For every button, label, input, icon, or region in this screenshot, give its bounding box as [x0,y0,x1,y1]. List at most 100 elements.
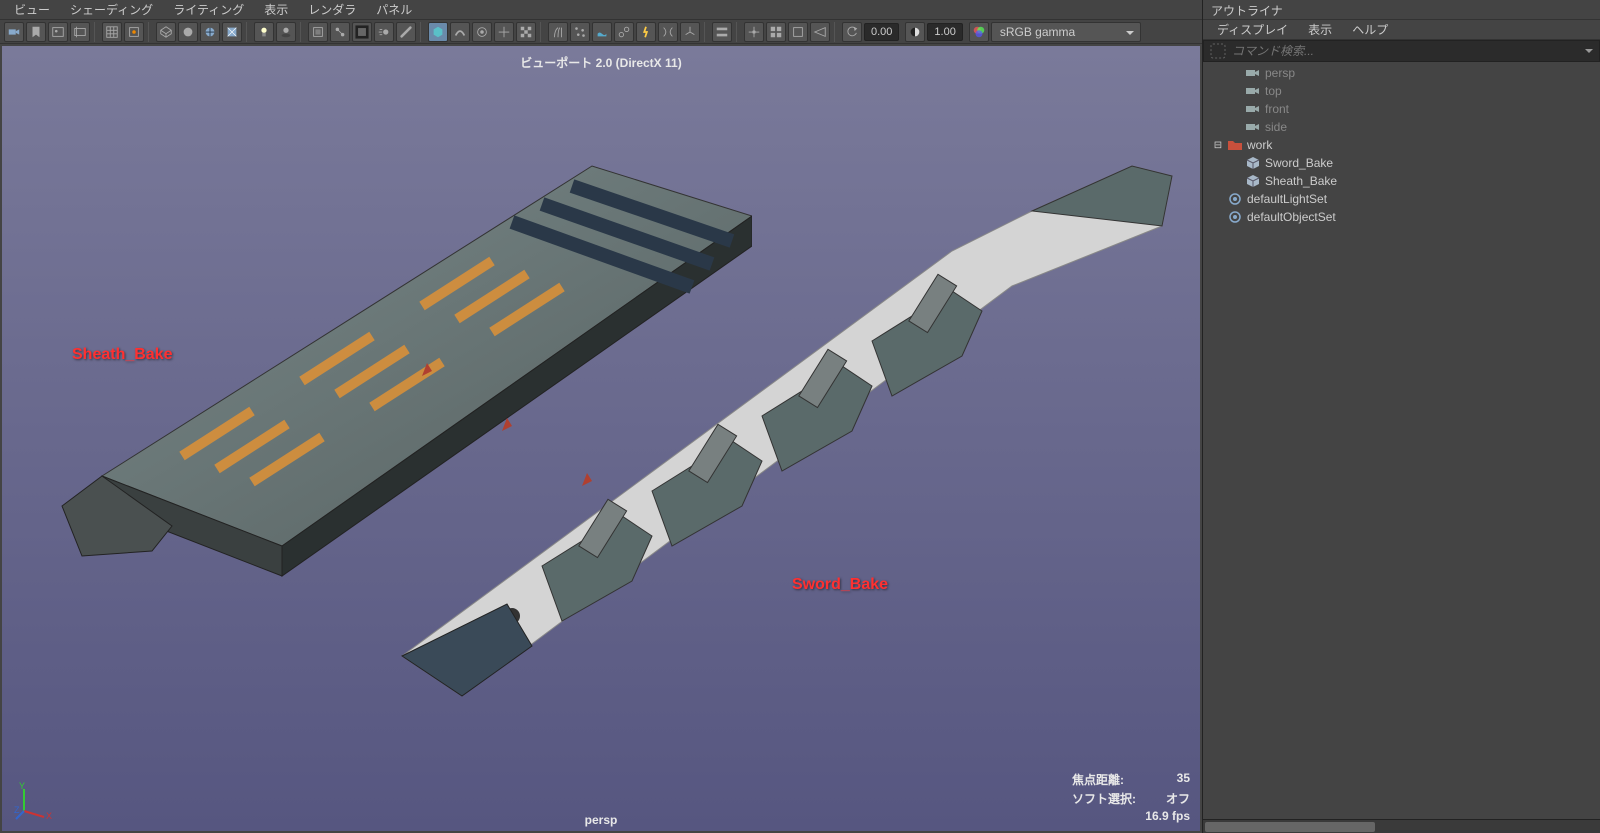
exposure-reset-icon[interactable] [842,22,862,42]
outliner-item-side[interactable]: side [1203,118,1600,136]
gamma-field[interactable]: 1.00 [927,23,962,41]
joints-icon[interactable] [614,22,634,42]
menu-panels[interactable]: パネル [368,0,420,20]
separator [704,22,708,42]
nurbs-icon[interactable] [450,22,470,42]
outliner-search[interactable] [1203,40,1600,62]
shadows-icon[interactable] [276,22,296,42]
outliner-item-work[interactable]: ⊟ work [1203,136,1600,154]
search-icon [1210,43,1226,59]
gamma-dropdown[interactable]: sRGB gamma [991,22,1141,42]
xray-joints-icon[interactable] [330,22,350,42]
menu-lighting[interactable]: ライティング [165,0,252,20]
viewport-panel: ビュー シェーディング ライティング 表示 レンダラ パネル [0,0,1202,833]
outliner-item-label: persp [1265,66,1295,80]
dynamics-icon[interactable] [636,22,656,42]
outliner-item-label: Sword_Bake [1265,156,1333,170]
outliner-scrollbar-horizontal[interactable] [1203,819,1600,833]
mesh-icon [1245,174,1261,188]
separator [94,22,98,42]
color-mgmt-icon[interactable] [969,22,989,42]
outliner-panel: アウトライナ ディスプレイ 表示 ヘルプ persptopfrontside⊟w… [1202,0,1600,833]
checker-icon[interactable] [516,22,536,42]
outliner-item-label: work [1247,138,1272,152]
particles-icon[interactable] [570,22,590,42]
menu-view[interactable]: ビュー [6,0,58,20]
menu-show[interactable]: 表示 [256,0,296,20]
svg-text:Y: Y [19,781,25,791]
fps-value: 16.9 fps [1145,809,1190,823]
motion-blur-icon[interactable] [374,22,394,42]
xray-icon[interactable] [308,22,328,42]
viewport-stats: 焦点距離:35 ソフト選択:オフ 16.9 fps [1072,771,1190,825]
viewport-3d[interactable]: ビューポート 2.0 (DirectX 11) [2,46,1200,831]
outliner-item-label: top [1265,84,1282,98]
bookmark-icon[interactable] [26,22,46,42]
locator-icon[interactable] [494,22,514,42]
outliner-menu-show[interactable]: 表示 [1300,19,1340,40]
manipulators-icon[interactable] [680,22,700,42]
image-plane-icon[interactable] [48,22,68,42]
camera-icon [1245,84,1261,98]
exposure-field[interactable]: 0.00 [864,23,899,41]
wireframe-icon[interactable] [156,22,176,42]
outliner-item-label: front [1265,102,1289,116]
separator [834,22,838,42]
polymesh-icon[interactable] [428,22,448,42]
near-clip-icon[interactable] [810,22,830,42]
shaded-wire-icon[interactable] [200,22,220,42]
svg-text:Z: Z [14,805,20,815]
anti-alias-icon[interactable] [396,22,416,42]
soft-select-value: オフ [1166,790,1190,807]
film-gate-icon[interactable] [70,22,90,42]
outliner-item-sheath_bake[interactable]: Sheath_Bake [1203,172,1600,190]
textured-icon[interactable] [222,22,242,42]
separator [300,22,304,42]
smooth-shade-icon[interactable] [178,22,198,42]
fluids-icon[interactable] [592,22,612,42]
camera-name-label: persp [585,813,618,827]
outliner-item-persp[interactable]: persp [1203,64,1600,82]
hair-icon[interactable] [548,22,568,42]
outliner-tree: persp top front side ⊟ work Sword_Bake Sheath_B… [1203,62,1600,819]
lights-icon[interactable] [254,22,274,42]
separator [540,22,544,42]
soft-select-label: ソフト選択: [1072,790,1136,807]
gamma-reset-icon[interactable] [905,22,925,42]
outliner-item-front[interactable]: front [1203,100,1600,118]
menu-shading[interactable]: シェーディング [62,0,161,20]
outliner-item-sword_bake[interactable]: Sword_Bake [1203,154,1600,172]
view-axis-gizmo: Y X Z [14,781,54,821]
outliner-item-label: Sheath_Bake [1265,174,1337,188]
select-camera-icon[interactable] [4,22,24,42]
outliner-item-label: defaultObjectSet [1247,210,1336,224]
expose-icon[interactable] [766,22,786,42]
outliner-menu-display[interactable]: ディスプレイ [1209,19,1296,40]
outliner-item-label: defaultLightSet [1247,192,1327,206]
outliner-item-label: side [1265,120,1287,134]
outliner-menu: ディスプレイ 表示 ヘルプ [1203,20,1600,40]
subdiv-icon[interactable] [472,22,492,42]
annotation-sword: Sword_Bake [792,576,888,594]
screen-space-ao-icon[interactable] [352,22,372,42]
separator [246,22,250,42]
separator [148,22,152,42]
outliner-search-input[interactable] [1232,44,1593,58]
outliner-item-defaultobjectset[interactable]: defaultObjectSet [1203,208,1600,226]
isolate-select-icon[interactable] [124,22,144,42]
shelf-icon[interactable] [712,22,732,42]
viewport-header-label: ビューポート 2.0 (DirectX 11) [520,54,681,71]
camera-icon [1245,102,1261,116]
outliner-menu-help[interactable]: ヘルプ [1344,19,1396,40]
outliner-item-top[interactable]: top [1203,82,1600,100]
sword-model[interactable] [392,156,1182,716]
snap-icon[interactable] [744,22,764,42]
focal-length-value: 35 [1177,771,1190,788]
maximize-icon[interactable] [788,22,808,42]
camera-icon [1245,120,1261,134]
grid-icon[interactable] [102,22,122,42]
expander-icon[interactable]: ⊟ [1213,140,1223,151]
menu-renderer[interactable]: レンダラ [300,0,364,20]
outliner-item-defaultlightset[interactable]: defaultLightSet [1203,190,1600,208]
deformers-icon[interactable] [658,22,678,42]
